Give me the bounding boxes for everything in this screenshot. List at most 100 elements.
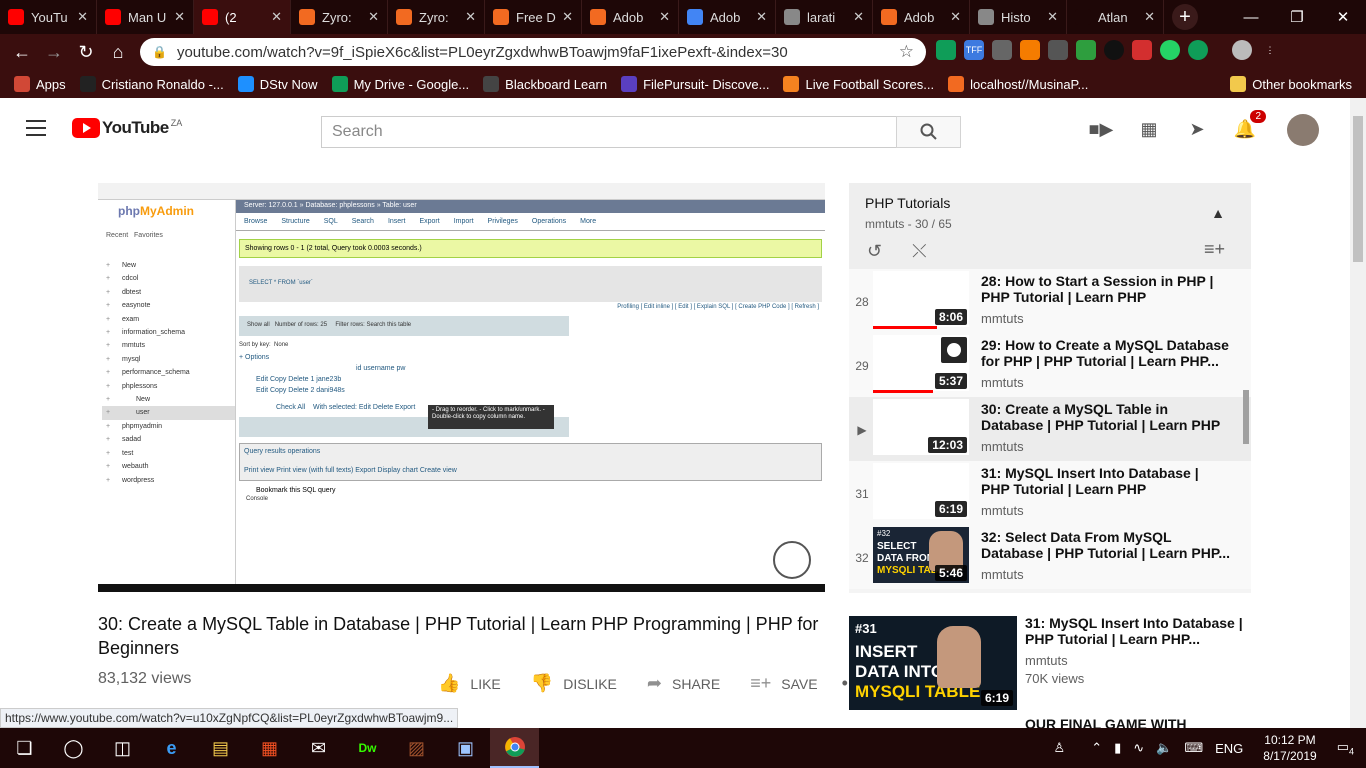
recommended-video-thumbnail[interactable]: #31 INSERT DATA INTO MYSQLI TABLE 6:19 (849, 616, 1017, 710)
messages-icon[interactable]: ➤ (1186, 118, 1208, 140)
bookmark-item[interactable]: FilePursuit- Discove... (621, 76, 769, 92)
whatsapp-extension-icon[interactable] (1160, 40, 1180, 60)
dark-extension-icon[interactable] (1104, 40, 1124, 60)
close-tab-icon[interactable]: ✕ (368, 9, 379, 25)
apps-grid-icon[interactable]: ▦ (1138, 118, 1160, 140)
loop-icon[interactable]: ↺ (867, 241, 882, 262)
volume-icon[interactable]: 🔈 (1156, 740, 1172, 756)
profile-avatar-icon[interactable] (1232, 40, 1252, 60)
search-input[interactable]: Search (321, 116, 897, 148)
other-bookmarks[interactable]: Other bookmarks (1230, 76, 1352, 92)
close-icon[interactable]: ✕ (1320, 0, 1366, 34)
reload-icon[interactable]: ↻ (70, 42, 102, 63)
bookmark-item[interactable]: Apps (14, 76, 66, 92)
bookmark-item[interactable]: Live Football Scores... (783, 76, 934, 92)
mail-icon[interactable]: ✉ (294, 728, 343, 768)
voice-extension-icon[interactable] (773, 541, 811, 579)
bookmark-item[interactable]: Blackboard Learn (483, 76, 607, 92)
watch-later-clock-icon[interactable] (941, 337, 967, 363)
download-extension-icon[interactable] (1076, 40, 1096, 60)
tray-chevron-icon[interactable]: ⌃ (1091, 740, 1102, 756)
playlist-thumbnail[interactable]: 6:19 (873, 463, 969, 519)
music-extension-icon[interactable] (1132, 40, 1152, 60)
recommended-video-title[interactable]: 31: MySQL Insert Into Database | PHP Tut… (1025, 615, 1245, 647)
playlist-item[interactable]: 32 #32 SELECT DATA FROM MYSQLI TABL 5:46 32: S… (849, 525, 1251, 589)
playlist-thumbnail[interactable]: 5:37 (873, 335, 969, 393)
playlist-item[interactable]: 31 6:19 31: MySQL Insert Into Database | P… (849, 461, 1251, 525)
close-tab-icon[interactable]: ✕ (1047, 9, 1058, 25)
playlist-thumbnail[interactable]: 12:03 (873, 399, 969, 455)
close-tab-icon[interactable]: ✕ (77, 9, 88, 25)
hamburger-menu-icon[interactable] (26, 120, 46, 136)
browser-tab[interactable]: Free D ✕ (485, 0, 582, 34)
shuffle-icon[interactable]: ⤬ (912, 241, 926, 262)
lock-icon[interactable]: 🔒 (152, 45, 167, 59)
search-button[interactable] (896, 116, 961, 148)
close-tab-icon[interactable]: ✕ (1144, 9, 1155, 25)
cortana-search-icon[interactable]: ◯ (49, 728, 98, 768)
playlist-item[interactable]: ▶ 12:03 30: Create a MySQL Table in Databa… (849, 397, 1251, 461)
maximize-icon[interactable]: ❐ (1274, 0, 1320, 34)
chrome-icon[interactable] (490, 728, 539, 768)
video-player[interactable]: phpMyAdmin Recent Favorites Newcdcoldbte… (98, 183, 825, 592)
browser-tab[interactable]: Atlan ✕ (1067, 0, 1164, 34)
menu-icon[interactable]: ⋮ (1260, 40, 1280, 60)
orange-extension-icon[interactable] (1020, 40, 1040, 60)
close-tab-icon[interactable]: ✕ (174, 9, 185, 25)
close-tab-icon[interactable]: ✕ (659, 9, 670, 25)
bookmark-item[interactable]: DStv Now (237, 76, 318, 92)
browser-tab[interactable]: Zyro: ✕ (388, 0, 485, 34)
drive-extension-icon[interactable] (936, 40, 956, 60)
browser-tab[interactable]: Adob ✕ (582, 0, 679, 34)
playlist-item[interactable]: 29 5:37 29: How to Create a MySQL Database… (849, 333, 1251, 397)
close-tab-icon[interactable]: ✕ (562, 9, 573, 25)
bookmark-item[interactable]: Cristiano Ronaldo -... (79, 76, 224, 92)
close-tab-icon[interactable]: ✕ (465, 9, 476, 25)
cc-extension-icon[interactable] (1048, 40, 1068, 60)
dreamweaver-icon[interactable]: Dw (343, 728, 392, 768)
browser-tab[interactable]: Histo ✕ (970, 0, 1067, 34)
collapse-chevron-icon[interactable]: ▲ (1211, 205, 1225, 221)
browser-tab[interactable]: larati ✕ (776, 0, 873, 34)
user-avatar[interactable] (1287, 114, 1319, 146)
save-button[interactable]: ≡+ SAVE (750, 673, 817, 694)
minimize-icon[interactable]: — (1228, 0, 1274, 34)
create-video-icon[interactable]: ■▶ (1089, 118, 1114, 140)
store-icon[interactable]: ▦ (245, 728, 294, 768)
dislike-button[interactable]: 👎 DISLIKE (531, 673, 617, 694)
home-icon[interactable]: ⌂ (102, 42, 134, 63)
battery-icon[interactable]: ▮ (1114, 740, 1121, 756)
playlist-item[interactable]: 28 8:06 28: How to Start a Session in PHP … (849, 269, 1251, 333)
close-tab-icon[interactable]: ✕ (756, 9, 767, 25)
close-tab-icon[interactable]: ✕ (271, 9, 282, 25)
bookmark-item[interactable]: localhost//MusinaP... (948, 76, 1088, 92)
playlist-thumbnail[interactable]: 8:06 (873, 271, 969, 329)
task-view-icon[interactable]: ◫ (98, 728, 147, 768)
file-explorer-icon[interactable]: ▤ (196, 728, 245, 768)
language-indicator[interactable]: ENG (1215, 741, 1243, 756)
playlist-title[interactable]: PHP Tutorials (865, 195, 1235, 211)
close-tab-icon[interactable]: ✕ (950, 9, 961, 25)
new-tab-icon[interactable]: + (1172, 4, 1198, 30)
photos-icon[interactable]: ▣ (441, 728, 490, 768)
browser-tab[interactable]: Zyro: ✕ (291, 0, 388, 34)
people-icon[interactable]: ♙ (1054, 740, 1066, 756)
tff-extension-icon[interactable]: TFF (964, 40, 984, 60)
youtube-logo[interactable]: YouTube ZA (72, 118, 182, 138)
edge-icon[interactable]: e (147, 728, 196, 768)
keyboard-icon[interactable]: ⌨ (1184, 740, 1203, 756)
action-center-icon[interactable]: ▭4 (1337, 739, 1354, 757)
forward-icon[interactable]: → (38, 42, 70, 63)
wrench-extension-icon[interactable] (992, 40, 1012, 60)
winrar-icon[interactable]: ▨ (392, 728, 441, 768)
playlist-scrollbar[interactable] (1243, 390, 1249, 444)
browser-tab[interactable]: Adob ✕ (873, 0, 970, 34)
browser-tab[interactable]: Adob ✕ (679, 0, 776, 34)
address-bar[interactable]: 🔒 youtube.com/watch?v=9f_iSpieX6c&list=P… (140, 38, 926, 66)
windows-start-icon[interactable]: ❏ (0, 728, 49, 768)
page-scrollbar[interactable] (1350, 98, 1366, 728)
back-icon[interactable]: ← (6, 42, 38, 63)
browser-tab[interactable]: YouTu ✕ (0, 0, 97, 34)
playlist-thumbnail[interactable]: #32 SELECT DATA FROM MYSQLI TABL 5:46 (873, 527, 969, 583)
like-button[interactable]: 👍 LIKE (438, 673, 501, 694)
